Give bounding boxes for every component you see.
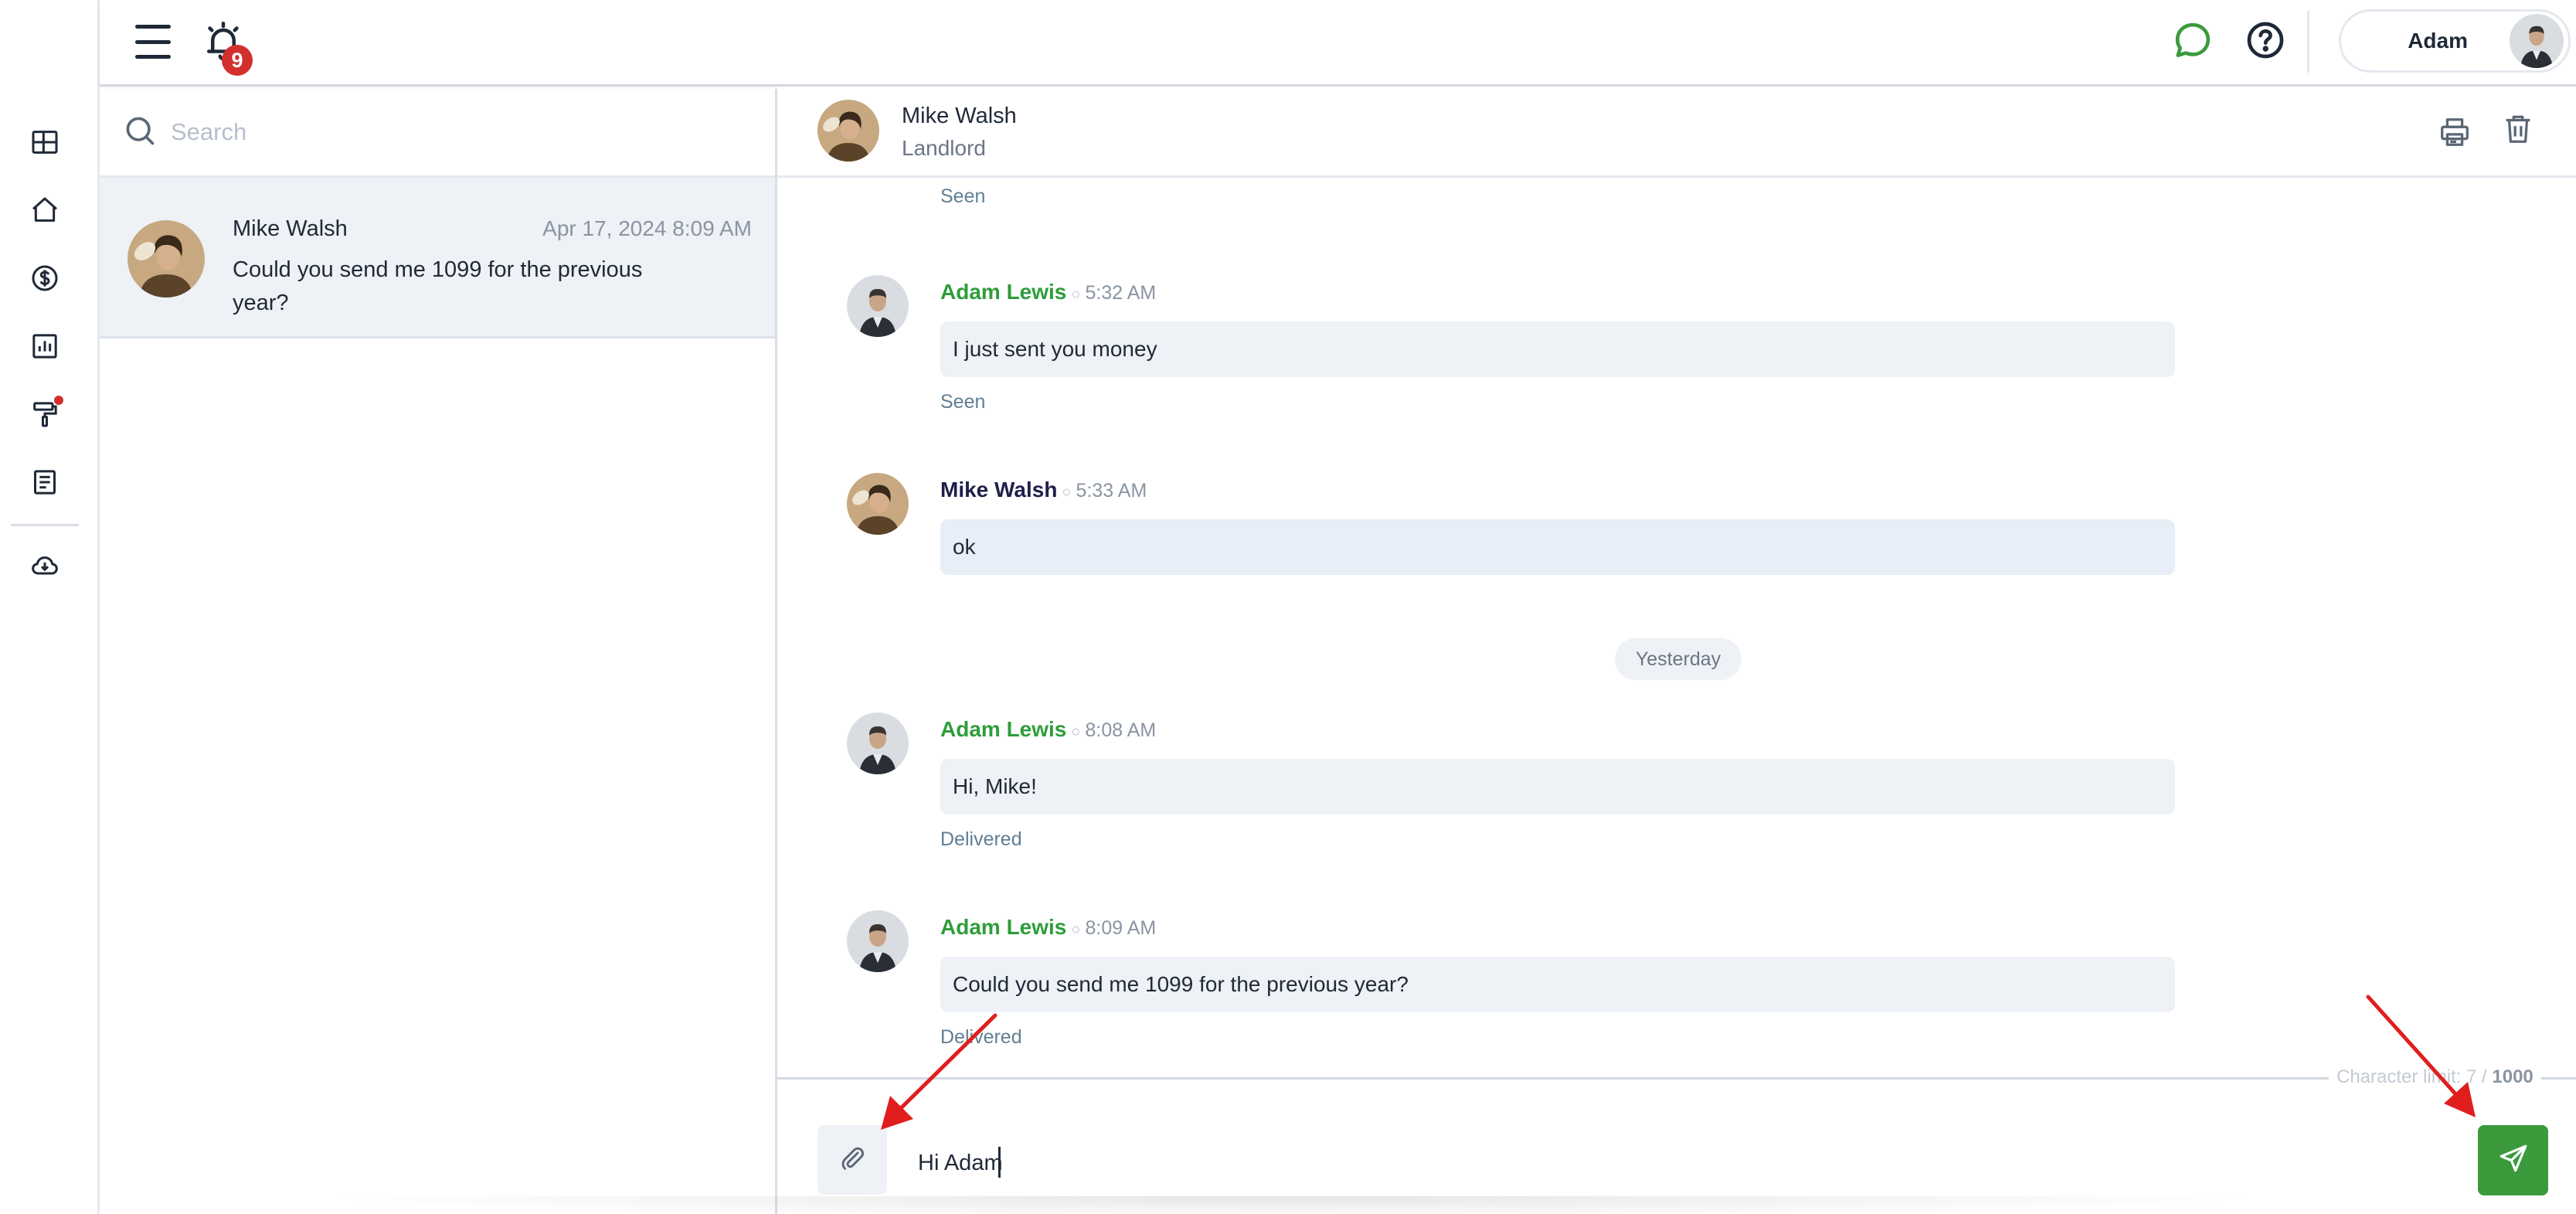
chat-partner-role: Landlord [902, 136, 986, 160]
help-circle-icon[interactable] [2244, 19, 2287, 62]
message-header: Adam Lewis ○ 8:09 AM [940, 915, 1157, 939]
attach-file-button[interactable] [817, 1125, 887, 1195]
sender-avatar [847, 712, 909, 774]
trash-icon[interactable] [2500, 111, 2536, 147]
character-limit: Character limit: 7 / 1000 [2329, 1066, 2541, 1088]
bar-chart-icon[interactable] [25, 326, 65, 366]
message-bubble: I just sent you money [940, 321, 2175, 377]
top-bar: 9 Adam [100, 0, 2576, 87]
message-time: 8:08 AM [1085, 719, 1157, 741]
paint-roller-icon[interactable] [25, 394, 65, 434]
paperclip-icon [838, 1144, 867, 1177]
composer-divider [777, 1077, 2576, 1080]
chat-bubble-icon[interactable] [2171, 19, 2214, 62]
message-header: Adam Lewis ○ 8:08 AM [940, 717, 1157, 741]
user-name: Adam [2408, 29, 2468, 53]
message-time: 5:32 AM [1085, 282, 1157, 304]
text-caret [998, 1147, 1001, 1178]
message-status: Seen [940, 391, 986, 413]
search-bar [100, 89, 775, 178]
message-sender: Adam Lewis [940, 717, 1067, 741]
notification-dot [54, 396, 63, 405]
notification-count-badge: 9 [222, 45, 253, 76]
home-icon[interactable] [25, 190, 65, 230]
rail-divider [11, 524, 79, 526]
search-input[interactable] [171, 118, 712, 146]
user-menu-button[interactable]: Adam [2339, 9, 2571, 73]
conversation-preview: Could you send me 1099 for the previous … [233, 257, 643, 315]
message-status: Seen [940, 185, 986, 207]
cloud-download-icon[interactable] [25, 546, 65, 586]
left-nav-rail [0, 0, 100, 1214]
send-paper-plane-icon [2497, 1142, 2530, 1178]
hamburger-menu-icon[interactable] [132, 22, 174, 62]
message-status: Delivered [940, 828, 1022, 850]
character-limit-label: Character limit: 7 / [2336, 1066, 2487, 1087]
message-status: Delivered [940, 1026, 1022, 1048]
chat-header: Mike Walsh Landlord [777, 87, 2576, 178]
conversation-item[interactable]: Mike Walsh Apr 17, 2024 8:09 AM Could yo… [100, 178, 775, 338]
conversation-name: Mike Walsh [233, 216, 348, 241]
character-limit-max: 1000 [2492, 1066, 2534, 1087]
message-header: Adam Lewis ○ 5:32 AM [940, 280, 1157, 304]
composer-shadow [309, 1196, 2272, 1214]
chat-partner-name: Mike Walsh [902, 104, 1017, 128]
message-sender: Mike Walsh [940, 478, 1058, 502]
message-sender: Adam Lewis [940, 915, 1067, 939]
sender-avatar [847, 275, 909, 337]
conversation-avatar [127, 220, 205, 298]
message-time: 8:09 AM [1085, 917, 1157, 939]
date-divider: Yesterday [1615, 638, 1742, 680]
send-button[interactable] [2478, 1125, 2548, 1195]
message-bubble: Hi, Mike! [940, 759, 2175, 814]
message-input[interactable] [906, 1144, 2374, 1182]
dollar-circle-icon[interactable] [25, 258, 65, 298]
message-bubble: ok [940, 519, 2175, 575]
message-time: 5:33 AM [1076, 480, 1147, 502]
topbar-divider [2307, 11, 2309, 73]
sender-avatar [847, 910, 909, 972]
message-header: Mike Walsh ○ 5:33 AM [940, 478, 1147, 502]
document-icon[interactable] [25, 462, 65, 502]
search-icon [123, 114, 157, 151]
message-bubble: Could you send me 1099 for the previous … [940, 957, 2175, 1012]
conversation-timestamp: Apr 17, 2024 8:09 AM [542, 216, 752, 240]
conversation-list-panel: Mike Walsh Apr 17, 2024 8:09 AM Could yo… [100, 89, 777, 1214]
sender-avatar [847, 473, 909, 535]
message-sender: Adam Lewis [940, 280, 1067, 304]
printer-icon[interactable] [2437, 114, 2472, 150]
chat-partner-avatar [817, 100, 879, 162]
message-thread: Seen Adam Lewis ○ 5:32 AM I just sent you … [777, 178, 2576, 1077]
dashboard-grid-icon[interactable] [25, 122, 65, 162]
user-avatar [2510, 14, 2564, 68]
